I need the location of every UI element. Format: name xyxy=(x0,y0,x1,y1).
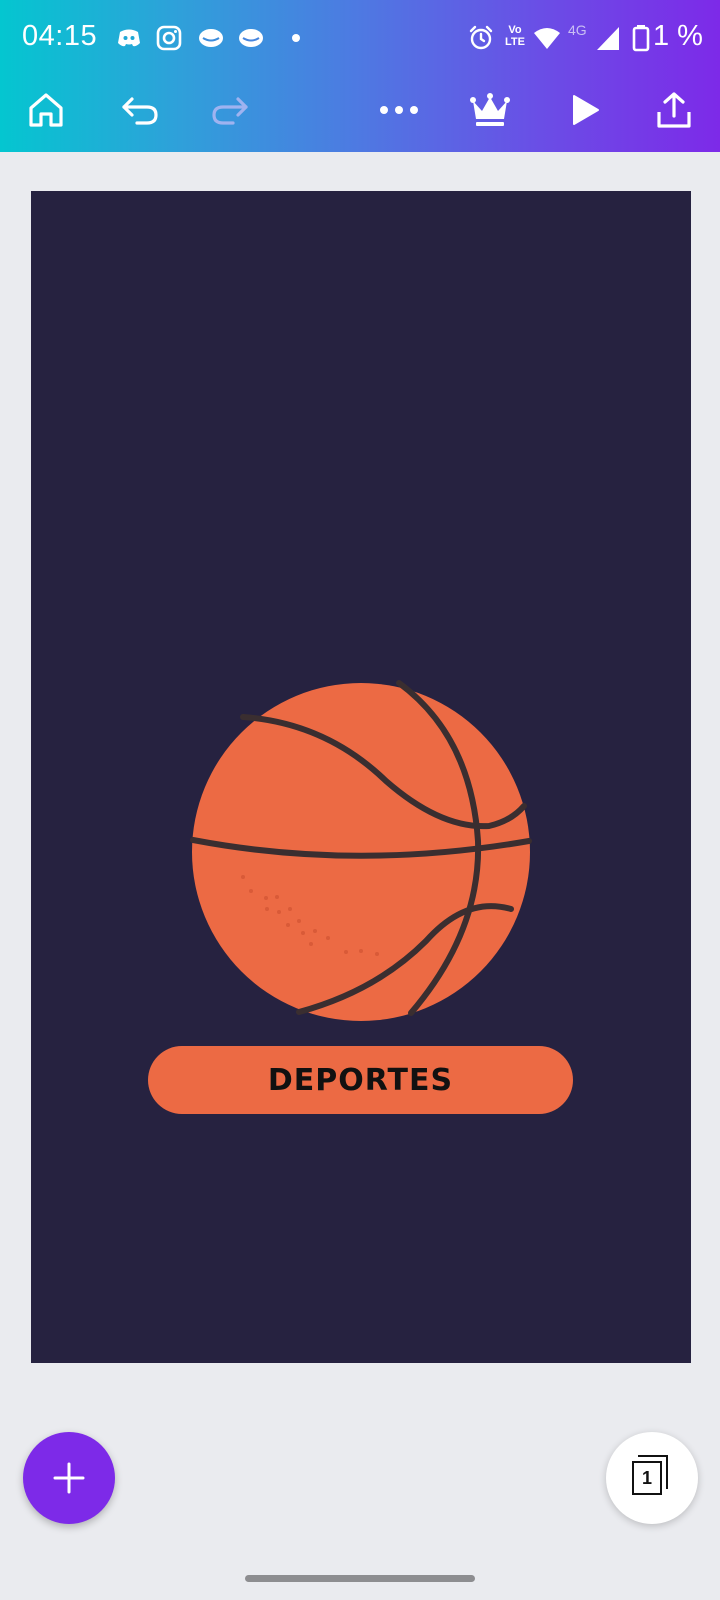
battery-icon xyxy=(632,25,650,52)
share-button[interactable] xyxy=(648,84,700,136)
status-bar: 04:15 Vo LTE 4G 1 % xyxy=(0,0,720,78)
share-icon xyxy=(657,92,691,128)
undo-button[interactable] xyxy=(114,84,166,136)
gesture-home-bar[interactable] xyxy=(245,1575,475,1582)
undo-icon xyxy=(122,97,158,125)
more-icon xyxy=(380,106,418,114)
app-header: 04:15 Vo LTE 4G 1 % xyxy=(0,0,720,152)
editor-toolbar xyxy=(0,78,720,152)
pages-button[interactable]: 1 xyxy=(606,1432,698,1524)
battery-percent: 1 % xyxy=(653,20,703,52)
basketball-graphic[interactable] xyxy=(181,671,541,1033)
signal-icon xyxy=(597,27,619,50)
redo-button[interactable] xyxy=(204,84,256,136)
plus-icon xyxy=(53,1462,85,1494)
play-button[interactable] xyxy=(558,84,610,136)
play-icon xyxy=(573,95,599,125)
home-icon xyxy=(29,93,63,127)
dot-icon xyxy=(292,34,300,42)
deportes-label[interactable]: DEPORTES xyxy=(148,1046,573,1114)
redo-icon xyxy=(212,97,248,125)
wifi-icon xyxy=(534,28,560,49)
add-element-button[interactable] xyxy=(23,1432,115,1524)
messenger-icon xyxy=(199,29,223,47)
more-button[interactable] xyxy=(373,84,425,136)
alarm-icon xyxy=(469,25,493,50)
page-number: 1 xyxy=(632,1461,662,1495)
clock: 04:15 xyxy=(22,20,98,52)
crown-icon xyxy=(470,93,510,126)
premium-button[interactable] xyxy=(464,84,516,136)
instagram-icon xyxy=(156,25,182,51)
design-canvas[interactable]: DEPORTES xyxy=(31,191,691,1363)
volte-icon: Vo LTE xyxy=(505,24,525,48)
discord-icon xyxy=(118,29,140,47)
network-type: 4G xyxy=(568,22,587,38)
home-button[interactable] xyxy=(20,84,72,136)
messenger-icon xyxy=(239,29,263,47)
